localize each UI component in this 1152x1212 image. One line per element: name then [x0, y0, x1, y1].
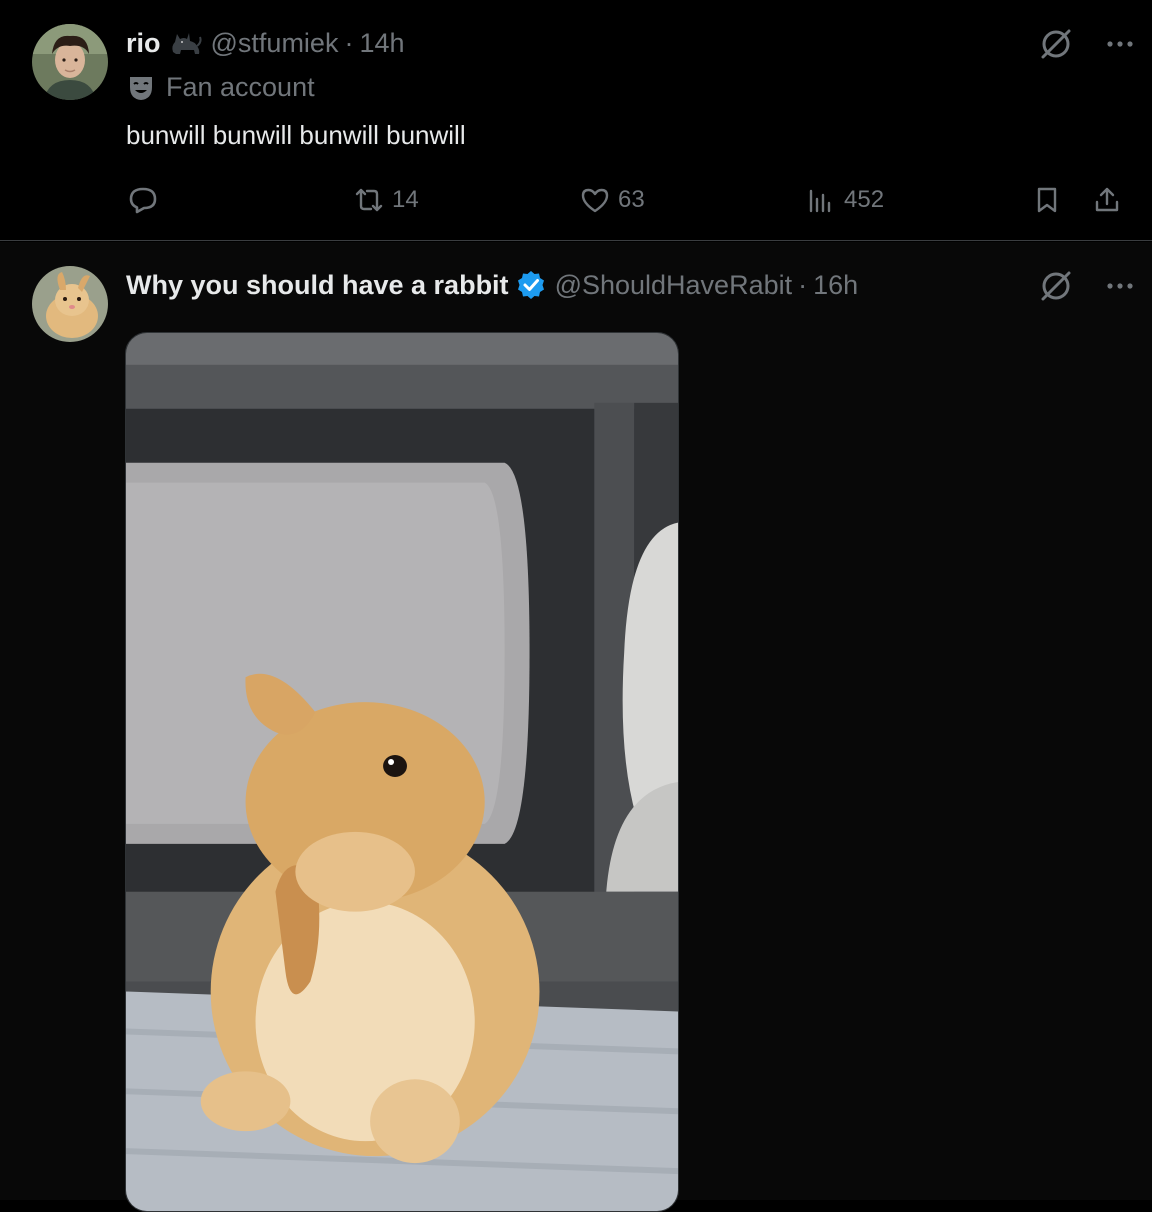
handle[interactable]: @ShouldHaveRabit [555, 268, 793, 302]
tweet-text: bunwill bunwill bunwill bunwill [126, 120, 466, 150]
timestamp[interactable]: 14h [359, 26, 404, 60]
like-button[interactable]: 63 [580, 178, 645, 222]
black-cat-icon [169, 28, 203, 58]
grok-icon[interactable] [1038, 26, 1074, 62]
bookmark-icon [1037, 187, 1057, 213]
separator: · [798, 270, 808, 300]
grok-icon[interactable] [1038, 268, 1074, 304]
timestamp[interactable]: 16h [813, 268, 858, 302]
tweet-rio[interactable]: rio @stfumiek · 14h Fan account bunwill … [0, 0, 1152, 241]
avatar[interactable] [32, 266, 108, 342]
label-text: Fan account [166, 72, 315, 102]
bookmark-button[interactable] [1032, 178, 1062, 222]
view-count: 452 [844, 186, 885, 213]
reply-button[interactable] [128, 178, 166, 222]
like-count: 63 [618, 186, 645, 213]
share-button[interactable] [1092, 178, 1122, 222]
verified-badge-icon [515, 269, 547, 301]
repost-icon [355, 188, 383, 212]
rabbit-avatar-icon [32, 266, 108, 342]
person-avatar-icon [32, 24, 108, 100]
theater-mask-icon [126, 73, 156, 103]
separator: · [344, 28, 354, 58]
tweet-video[interactable] [125, 332, 679, 1212]
display-name[interactable]: rio [126, 26, 161, 60]
heart-icon [581, 188, 609, 213]
views-button[interactable]: 452 [806, 178, 884, 222]
more-options-icon[interactable] [1102, 26, 1138, 62]
fan-account-label[interactable]: Fan account [126, 72, 315, 103]
more-options-icon[interactable] [1102, 268, 1138, 304]
tweet-rabbit[interactable]: Why you should have a rabbit @ShouldHave… [0, 242, 1152, 1212]
handle[interactable]: @stfumiek [211, 26, 339, 60]
views-chart-icon [809, 189, 831, 213]
avatar[interactable] [32, 24, 108, 100]
display-name[interactable]: Why you should have a rabbit [126, 268, 509, 302]
reply-icon [129, 187, 157, 214]
repost-count: 14 [392, 186, 419, 213]
rabbit-video-frame [126, 333, 678, 1211]
action-bar: 14 63 452 [0, 178, 1152, 222]
share-icon [1095, 187, 1119, 212]
repost-button[interactable]: 14 [354, 178, 419, 222]
